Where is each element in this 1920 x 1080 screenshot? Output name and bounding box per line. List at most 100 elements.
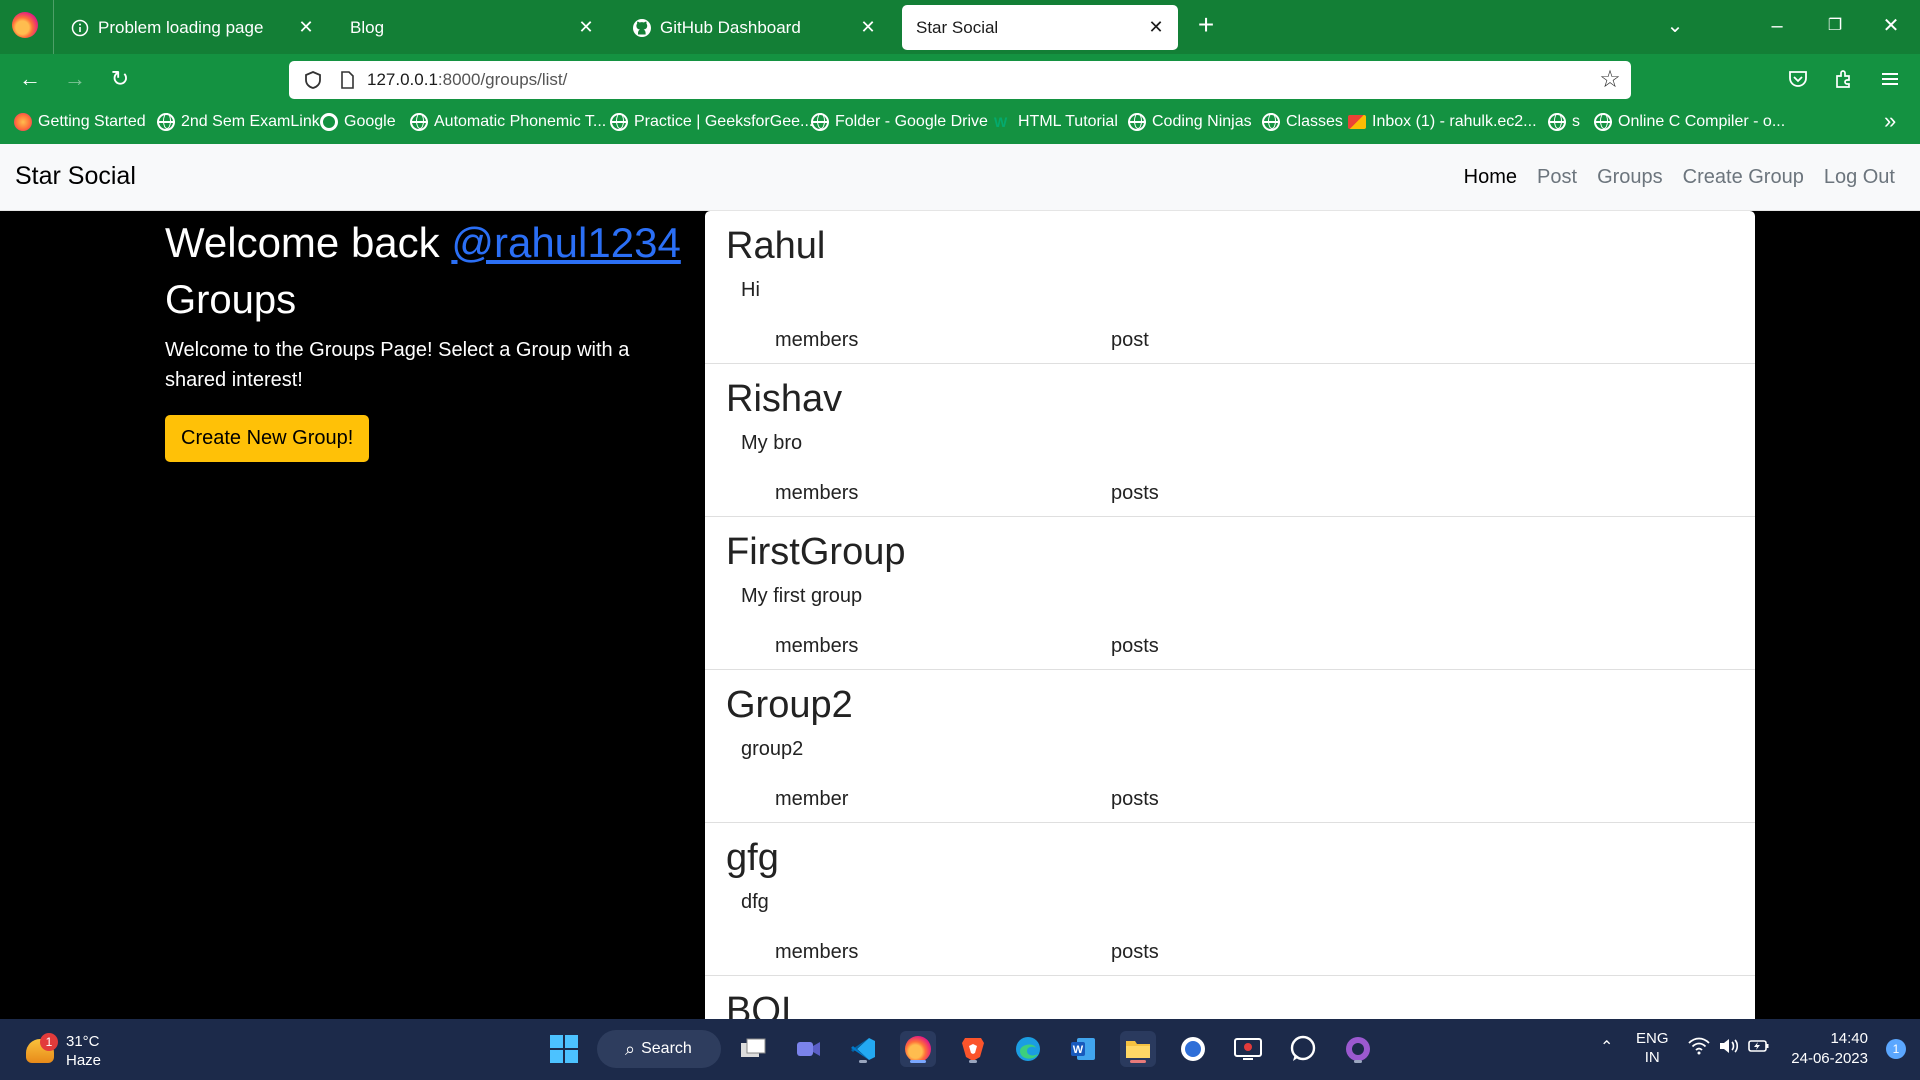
bookmark-label: Inbox (1) - rahulk.ec2... (1372, 113, 1537, 130)
group-name[interactable]: gfg (726, 837, 779, 880)
windows-start-icon[interactable] (546, 1031, 582, 1067)
minimize-icon[interactable]: – (1762, 14, 1792, 38)
system-clock[interactable]: 14:40 24-06-2023 (1791, 1029, 1868, 1069)
group-item[interactable]: FirstGroup My first group members posts (705, 517, 1755, 670)
page-info-icon[interactable] (337, 70, 357, 90)
username-link[interactable]: @rahul1234 (451, 219, 680, 266)
tab-star-social[interactable]: Star Social ✕ (902, 5, 1178, 50)
shield-icon[interactable] (303, 70, 323, 90)
group-name[interactable]: Group2 (726, 684, 853, 727)
whatsapp-icon[interactable] (1285, 1031, 1321, 1067)
group-members-label: member (775, 788, 849, 810)
wifi-icon[interactable] (1688, 1037, 1710, 1059)
bookmark-label: Online C Compiler - o... (1618, 113, 1786, 130)
welcome-heading: Welcome back @rahul1234 (165, 216, 705, 270)
firefox-taskbar-icon[interactable] (900, 1031, 936, 1067)
weather-widget[interactable]: 1 31°C Haze (22, 1031, 142, 1071)
bookmark-google[interactable]: Google (320, 113, 396, 131)
group-name[interactable]: Rishav (726, 378, 842, 421)
group-members-label: members (775, 329, 859, 351)
nav-home[interactable]: Home (1464, 166, 1517, 189)
list-all-tabs-icon[interactable]: ⌄ (1660, 14, 1690, 38)
volume-icon[interactable] (1718, 1037, 1740, 1059)
group-members-label: members (775, 941, 859, 963)
group-name[interactable]: Rahul (726, 225, 825, 268)
bookmark-label: Google (344, 113, 396, 130)
firefox-logo-icon[interactable] (12, 12, 38, 38)
media-player-icon[interactable] (1230, 1031, 1266, 1067)
group-item[interactable]: Rahul Hi members post (705, 211, 1755, 364)
close-tab-icon[interactable]: ✕ (576, 17, 596, 37)
task-view-icon[interactable] (735, 1031, 771, 1067)
menu-icon[interactable] (1878, 67, 1904, 93)
taskbar-search-button[interactable]: ⌕ Search (597, 1030, 721, 1068)
globe-icon (1128, 113, 1146, 131)
weather-alert-badge: 1 (40, 1033, 58, 1051)
bookmark-google-drive[interactable]: Folder - Google Drive (811, 113, 988, 131)
tab-separator (53, 0, 54, 54)
brave-icon[interactable] (955, 1031, 991, 1067)
nav-create-group[interactable]: Create Group (1683, 166, 1804, 189)
bookmark-label: s (1572, 113, 1580, 130)
edge-icon[interactable] (1010, 1031, 1046, 1067)
bookmark-getting-started[interactable]: Getting Started (14, 113, 146, 131)
bookmark-phonemic[interactable]: Automatic Phonemic T... (410, 113, 606, 131)
nav-groups[interactable]: Groups (1597, 166, 1663, 189)
address-bar[interactable]: 127.0.0.1:8000/groups/list/ ☆ (289, 61, 1631, 99)
group-item[interactable]: Group2 group2 member posts (705, 670, 1755, 823)
back-icon[interactable]: ← (15, 64, 45, 94)
close-tab-icon[interactable]: ✕ (858, 17, 878, 37)
tab-title: Blog (350, 17, 385, 37)
nav-log-out[interactable]: Log Out (1824, 166, 1895, 189)
gmail-icon (1348, 115, 1366, 129)
vscode-icon[interactable] (845, 1031, 881, 1067)
bookmark-gmail-inbox[interactable]: Inbox (1) - rahulk.ec2... (1348, 113, 1537, 131)
clock-time: 14:40 (1830, 1030, 1868, 1047)
file-explorer-icon[interactable] (1120, 1031, 1156, 1067)
weather-temperature: 31°C (66, 1033, 100, 1050)
bookmark-label: Classes (1286, 113, 1343, 130)
forward-icon[interactable]: → (60, 64, 90, 94)
group-item[interactable]: gfg dfg members posts (705, 823, 1755, 976)
notification-badge[interactable]: 1 (1886, 1039, 1906, 1059)
extensions-icon[interactable] (1832, 67, 1858, 93)
word-icon[interactable]: W (1065, 1031, 1101, 1067)
bookmark-classes[interactable]: Classes (1262, 113, 1343, 131)
group-name[interactable]: FirstGroup (726, 531, 905, 574)
url-text[interactable]: 127.0.0.1:8000/groups/list/ (367, 70, 567, 90)
bookmark-geeksforgeeks[interactable]: Practice | GeeksforGee... (610, 113, 813, 131)
app-blue-circle-icon[interactable] (1175, 1031, 1211, 1067)
bookmark-html-tutorial[interactable]: W HTML Tutorial (994, 113, 1118, 131)
bookmark-star-icon[interactable]: ☆ (1597, 67, 1623, 93)
tab-github-dashboard[interactable]: GitHub Dashboard ✕ (618, 5, 890, 50)
restore-icon[interactable]: ❐ (1820, 14, 1850, 38)
create-new-group-button[interactable]: Create New Group! (165, 415, 370, 462)
reload-icon[interactable]: ↻ (105, 64, 135, 94)
weather-condition: Haze (66, 1052, 102, 1069)
group-item[interactable]: Rishav My bro members posts (705, 364, 1755, 517)
pocket-icon[interactable] (1786, 67, 1812, 93)
github-desktop-icon[interactable] (1340, 1031, 1376, 1067)
teams-chat-icon[interactable] (790, 1031, 826, 1067)
close-tab-icon[interactable]: ✕ (296, 17, 316, 37)
more-bookmarks-icon[interactable]: » (1884, 108, 1896, 134)
nav-post[interactable]: Post (1537, 166, 1577, 189)
battery-icon[interactable] (1748, 1039, 1770, 1057)
input-language-indicator[interactable]: ENG IN (1636, 1029, 1669, 1067)
groups-heading: Groups (165, 278, 297, 322)
bookmark-s[interactable]: s (1548, 113, 1580, 131)
site-brand[interactable]: Star Social (15, 162, 136, 191)
bookmark-exam-link[interactable]: 2nd Sem ExamLink (157, 113, 320, 131)
close-tab-icon[interactable]: ✕ (1146, 17, 1166, 37)
group-item[interactable]: BOI (705, 976, 1755, 1019)
tab-blog[interactable]: Blog ✕ (336, 5, 608, 50)
close-window-icon[interactable]: ✕ (1876, 14, 1906, 38)
new-tab-button[interactable]: + (1192, 11, 1220, 40)
group-name[interactable]: BOI (726, 990, 791, 1019)
region-label: IN (1644, 1049, 1660, 1066)
bookmark-coding-ninjas[interactable]: Coding Ninjas (1128, 113, 1252, 131)
show-hidden-icons-icon[interactable]: ⌃ (1600, 1037, 1613, 1057)
bookmark-online-c-compiler[interactable]: Online C Compiler - o... (1594, 113, 1785, 131)
tab-problem-loading[interactable]: Problem loading page ✕ (56, 5, 328, 50)
group-description: My first group (741, 585, 863, 607)
